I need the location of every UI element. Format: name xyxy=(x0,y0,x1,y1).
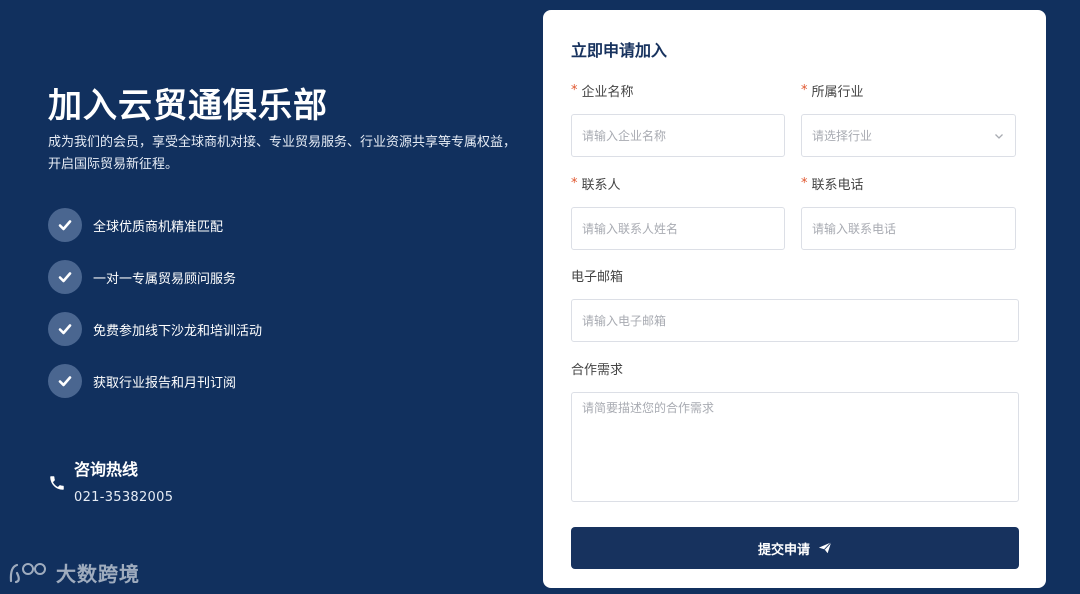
contact-input[interactable]: 请输入联系人姓名 xyxy=(571,207,785,250)
required-mark: * xyxy=(801,82,808,98)
phone-icon xyxy=(48,474,66,492)
chevron-down-icon xyxy=(995,133,1003,139)
check-icon xyxy=(48,364,82,398)
needs-field: 合作需求 请简要描述您的合作需求 xyxy=(571,359,1019,502)
intro-panel: 加入云贸通俱乐部 成为我们的会员，享受全球商机对接、专业贸易服务、行业资源共享等… xyxy=(0,0,540,594)
company-field: * 企业名称 请输入企业名称 xyxy=(571,81,785,157)
submit-label: 提交申请 xyxy=(757,542,810,558)
hotline-number[interactable]: 021-35382005 xyxy=(74,490,173,505)
required-mark: * xyxy=(571,82,578,98)
application-form: 立即申请加入 * 企业名称 请输入企业名称 * 所属行业 请选择行业 * 联系人… xyxy=(543,10,1046,588)
phone-placeholder: 请输入联系电话 xyxy=(812,222,897,236)
send-icon xyxy=(818,542,832,554)
watermark-text: 大数跨境 xyxy=(56,562,140,586)
hotline-title: 咨询热线 xyxy=(74,460,139,479)
check-icon xyxy=(48,208,82,242)
needs-textarea[interactable]: 请简要描述您的合作需求 xyxy=(571,392,1019,502)
check-icon xyxy=(48,312,82,346)
form-title: 立即申请加入 xyxy=(571,41,668,60)
benefit-list: 全球优质商机精准匹配 一对一专属贸易顾问服务 免费参加线下沙龙和培训活动 获取行… xyxy=(48,208,262,416)
watermark-logo-icon xyxy=(9,562,46,583)
email-label: 电子邮箱 xyxy=(571,269,624,285)
contact-field: * 联系人 请输入联系人姓名 xyxy=(571,174,785,250)
industry-select[interactable]: 请选择行业 xyxy=(801,114,1016,157)
benefit-item: 获取行业报告和月刊订阅 xyxy=(48,364,262,398)
company-label: 企业名称 xyxy=(581,84,634,100)
phone-label: 联系电话 xyxy=(811,177,864,193)
email-input[interactable]: 请输入电子邮箱 xyxy=(571,299,1019,342)
email-field: 电子邮箱 请输入电子邮箱 xyxy=(571,266,1019,342)
needs-placeholder: 请简要描述您的合作需求 xyxy=(582,401,715,415)
benefit-label: 全球优质商机精准匹配 xyxy=(93,219,224,235)
check-icon xyxy=(48,260,82,294)
contact-placeholder: 请输入联系人姓名 xyxy=(582,222,679,236)
benefit-label: 一对一专属贸易顾问服务 xyxy=(93,271,237,287)
required-mark: * xyxy=(571,175,578,191)
phone-field: * 联系电话 请输入联系电话 xyxy=(801,174,1016,250)
company-placeholder: 请输入企业名称 xyxy=(582,129,667,143)
watermark: 大数跨境 xyxy=(8,558,140,587)
industry-placeholder: 请选择行业 xyxy=(812,129,873,143)
industry-field: * 所属行业 请选择行业 xyxy=(801,81,1016,157)
intro-description: 成为我们的会员，享受全球商机对接、专业贸易服务、行业资源共享等专属权益，开启国际… xyxy=(48,135,517,172)
benefit-label: 获取行业报告和月刊订阅 xyxy=(93,375,237,391)
page-title: 加入云贸通俱乐部 xyxy=(48,86,328,126)
benefit-label: 免费参加线下沙龙和培训活动 xyxy=(93,323,263,339)
submit-button[interactable]: 提交申请 xyxy=(571,527,1019,569)
phone-input[interactable]: 请输入联系电话 xyxy=(801,207,1016,250)
required-mark: * xyxy=(801,175,808,191)
hotline: 咨询热线 021-35382005 xyxy=(48,458,173,505)
email-placeholder: 请输入电子邮箱 xyxy=(582,314,667,328)
industry-label: 所属行业 xyxy=(811,84,864,100)
benefit-item: 全球优质商机精准匹配 xyxy=(48,208,262,242)
benefit-item: 一对一专属贸易顾问服务 xyxy=(48,260,262,294)
benefit-item: 免费参加线下沙龙和培训活动 xyxy=(48,312,262,346)
needs-label: 合作需求 xyxy=(571,362,624,378)
company-input[interactable]: 请输入企业名称 xyxy=(571,114,785,157)
contact-label: 联系人 xyxy=(581,177,621,193)
